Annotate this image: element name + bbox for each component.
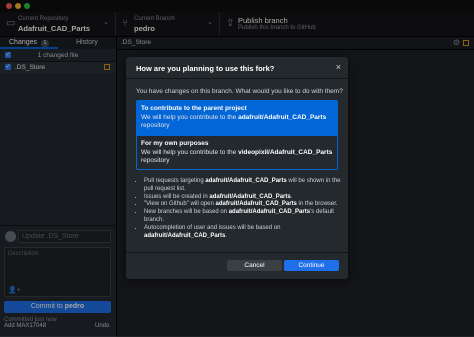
bullet-text: Pull requests targeting [144, 178, 206, 184]
bullet-text: "View on Github" will open [144, 201, 216, 208]
option-desc-prefix: We will help you contribute to the [141, 114, 239, 121]
bullet-text: in the browser. [296, 201, 338, 208]
bullet-text: New branches will be based on [144, 209, 229, 216]
bullet-text: . [225, 232, 228, 239]
bullet-repo: adafruit/Adafruit_CAD_Parts [215, 201, 297, 208]
list-item: "View on Github" will open adafruit/Adaf… [144, 201, 346, 209]
option-repo: adafruit/Adafruit_CAD_Parts [238, 114, 327, 121]
divider [126, 252, 348, 253]
list-item: Pull requests targeting adafruit/Adafrui… [144, 178, 346, 194]
option-description: We will help you contribute to the video… [141, 149, 333, 165]
list-item: Issues will be created in adafruit/Adafr… [144, 194, 346, 202]
option-description: We will help you contribute to the adafr… [141, 114, 333, 130]
option-title: To contribute to the parent project [141, 105, 247, 112]
dialog-intro: You have changes on this branch. What wo… [136, 88, 343, 95]
info-list: Pull requests targeting adafruit/Adafrui… [136, 178, 346, 240]
option-desc-suffix: repository [141, 157, 170, 164]
bullet-repo: adafruit/Adafruit_CAD_Parts [209, 193, 291, 200]
close-icon[interactable]: × [336, 62, 341, 72]
list-item: New branches will be based on adafruit/A… [144, 209, 346, 225]
option-contribute-parent[interactable]: To contribute to the parent project We w… [136, 100, 338, 135]
bullet-repo: adafruit/Adafruit_CAD_Parts [144, 232, 226, 239]
option-title: For my own purposes [141, 140, 209, 147]
bullet-text: Issues will be created in [144, 193, 210, 200]
continue-button[interactable]: Continue [284, 260, 339, 271]
bullet-text: . [290, 193, 293, 200]
cancel-button[interactable]: Cancel [227, 260, 282, 271]
bullet-repo: adafruit/Adafruit_CAD_Parts [228, 209, 311, 216]
option-repo: videopixil/Adafruit_CAD_Parts [238, 149, 333, 156]
bullet-text: Autocompletion of user and issues will b… [144, 224, 281, 231]
list-item: Autocompletion of user and issues will b… [144, 225, 346, 241]
option-own-purposes[interactable]: For my own purposes We will help you con… [136, 135, 338, 170]
option-desc-suffix: repository [141, 122, 170, 129]
fork-usage-dialog: How are you planning to use this fork? ×… [126, 57, 348, 279]
divider [126, 78, 348, 79]
option-desc-prefix: We will help you contribute to the [141, 149, 239, 156]
dialog-title: How are you planning to use this fork? [136, 64, 275, 73]
bullet-repo: adafruit/Adafruit_CAD_Parts [205, 178, 287, 184]
